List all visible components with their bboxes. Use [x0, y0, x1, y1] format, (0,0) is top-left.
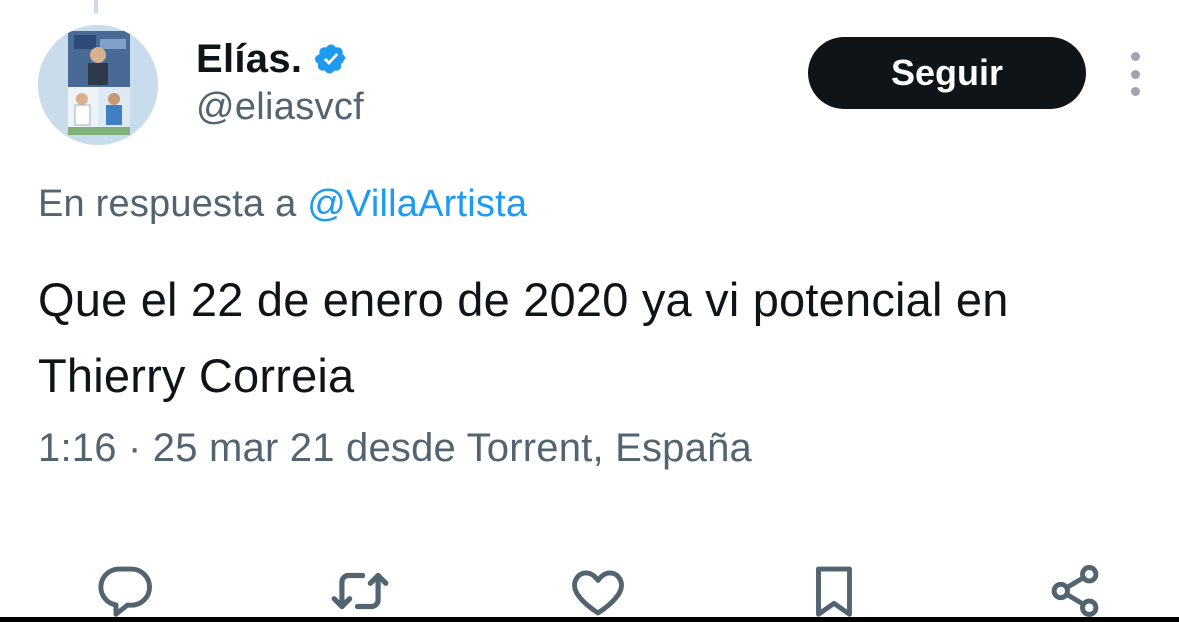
like-button[interactable]	[563, 560, 633, 622]
tweet-text: Que el 22 de enero de 2020 ya vi potenci…	[38, 273, 1009, 402]
more-options-dot	[1130, 87, 1140, 96]
more-options-icon[interactable]	[1124, 52, 1146, 96]
bookmark-icon	[816, 566, 852, 617]
avatar-image	[38, 25, 158, 145]
reply-context: En respuesta a @VillaArtista	[38, 183, 527, 226]
retweet-button[interactable]	[325, 560, 395, 622]
tweet-timestamp[interactable]: 1:16 · 25 mar 21 desde Torrent, España	[38, 426, 752, 471]
more-options-dot	[1130, 52, 1140, 61]
thread-connector-line	[94, 0, 98, 14]
bottom-edge-bar	[0, 617, 1179, 622]
share-icon	[1051, 565, 1099, 617]
reply-mention-link[interactable]: @VillaArtista	[307, 183, 527, 225]
bookmark-button[interactable]	[799, 560, 869, 622]
reply-icon	[98, 566, 152, 617]
author-display-name[interactable]: Elías.	[196, 37, 302, 82]
verified-badge-icon	[315, 44, 346, 74]
avatar[interactable]	[38, 25, 158, 145]
reply-button[interactable]	[90, 560, 160, 622]
author-handle[interactable]: @eliasvcf	[196, 86, 364, 129]
retweet-icon	[331, 572, 389, 610]
share-button[interactable]	[1040, 560, 1110, 622]
more-options-dot	[1130, 69, 1140, 79]
follow-button[interactable]: Seguir	[808, 37, 1086, 109]
reply-prefix: En respuesta a	[38, 183, 297, 225]
like-icon	[572, 570, 624, 616]
tweet-action-bar	[0, 560, 1179, 622]
author-name-row: Elías.	[196, 34, 348, 84]
